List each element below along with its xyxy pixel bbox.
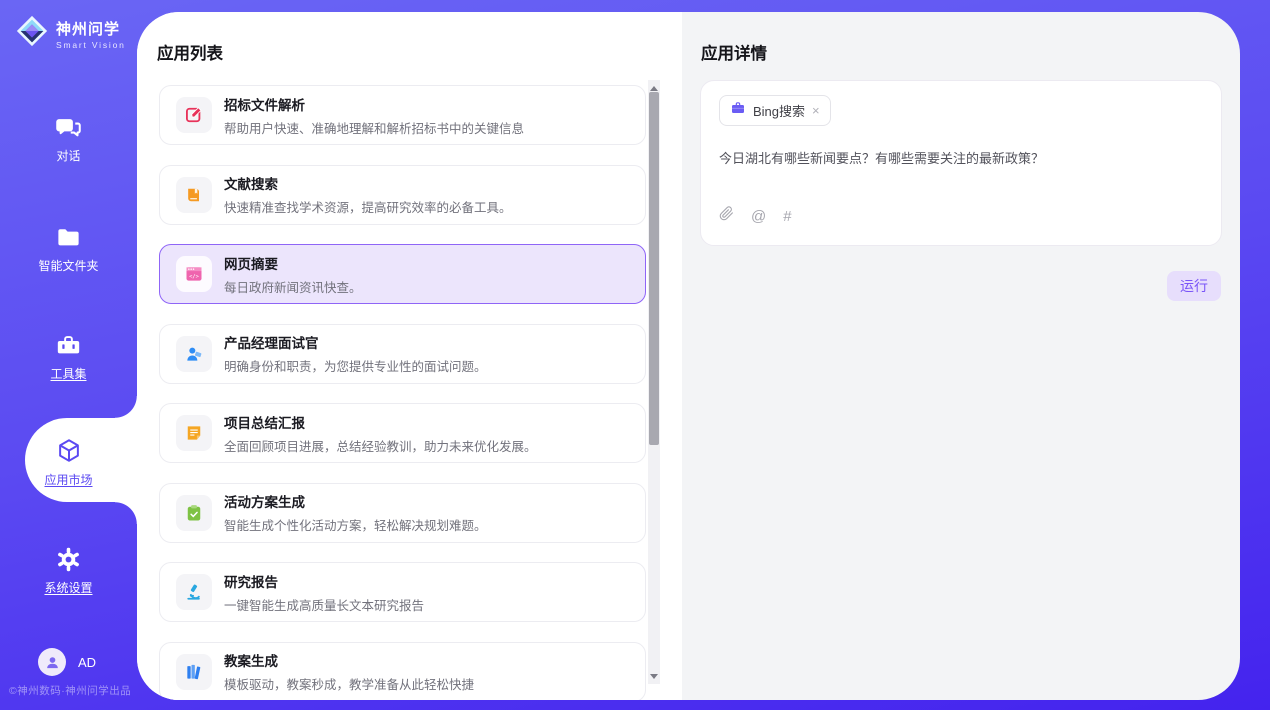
app-name: 研究报告 [224,571,424,591]
briefcase-icon [730,100,746,121]
sidebar-footer-credit: ©神州数码·神州问学出品 [9,683,137,698]
app-card-activity-plan[interactable]: 活动方案生成 智能生成个性化活动方案，轻松解决规划难题。 [159,483,646,543]
avatar [38,648,66,676]
app-description: 全面回顾项目进展，总结经验教训，助力未来优化发展。 [224,436,537,455]
svg-text:</>: </> [189,274,200,280]
scroll-down-icon[interactable] [648,670,660,682]
app-name: 文献搜索 [224,173,512,193]
app-card-pm-interviewer[interactable]: 产品经理面试官 明确身份和职责，为您提供专业性的面试问题。 [159,324,646,384]
prompt-card[interactable]: Bing搜索 × 今日湖北有哪些新闻要点？有哪些需要关注的最新政策？ @ # [700,80,1222,246]
app-description: 一键智能生成高质量长文本研究报告 [224,595,424,614]
sidebar-item-chat[interactable]: 对话 [0,112,137,164]
input-toolbar: @ # [719,205,792,227]
query-input-text[interactable]: 今日湖北有哪些新闻要点？有哪些需要关注的最新政策？ [719,148,1203,167]
sidebar-item-label: 工具集 [0,365,137,382]
app-list-scrollbar[interactable] [648,80,660,684]
tool-chip-bing-search[interactable]: Bing搜索 × [719,95,831,126]
user-name: AD [78,655,96,670]
brand-subtitle: Smart Vision [56,40,126,50]
memo-icon [176,415,212,451]
chat-icon [0,112,137,142]
hash-icon[interactable]: # [783,208,791,225]
app-card-research-report[interactable]: 研究报告 一键智能生成高质量长文本研究报告 [159,562,646,622]
at-icon[interactable]: @ [751,208,766,225]
books-icon [176,654,212,690]
app-list-panel: 应用列表 招标文件解析 帮助用户快速、准确地理解和解析招标书中的关键信息 [137,12,682,700]
sidebar-item-app-market[interactable]: 应用市场 [0,436,137,488]
app-name: 活动方案生成 [224,491,487,511]
cube-icon [0,436,137,466]
app-description: 模板驱动，教案秒成，教学准备从此轻松快捷 [224,674,474,693]
app-card-project-summary[interactable]: 项目总结汇报 全面回顾项目进展，总结经验教训，助力未来优化发展。 [159,403,646,463]
run-button[interactable]: 运行 [1167,271,1221,301]
browser-code-icon: </> [176,256,212,292]
folder-icon [0,222,137,252]
paperclip-icon[interactable] [719,205,734,227]
app-name: 教案生成 [224,650,474,670]
app-detail-panel: 应用详情 Bing搜索 × 今日湖北有哪些新闻要点？有哪些需要关注的最新政策？ [682,12,1240,700]
user-account[interactable]: AD [38,648,96,676]
sidebar-item-settings[interactable]: 系统设置 [0,544,137,596]
app-description: 明确身份和职责，为您提供专业性的面试问题。 [224,356,487,375]
gear-icon [0,544,137,574]
sidebar-item-label: 对话 [0,147,137,164]
sidebar: 神州问学 Smart Vision 对话 智能文件夹 [0,0,137,710]
app-card-web-summary[interactable]: </> 网页摘要 每日政府新闻资讯快查。 [159,244,646,304]
clipboard-check-icon [176,495,212,531]
app-list-title: 应用列表 [157,40,223,64]
toolbox-icon [0,330,137,360]
edit-document-icon [176,97,212,133]
microscope-icon [176,574,212,610]
main-shell: 应用列表 招标文件解析 帮助用户快速、准确地理解和解析招标书中的关键信息 [137,12,1240,700]
app-name: 网页摘要 [224,253,362,273]
sidebar-item-label: 智能文件夹 [0,257,137,274]
app-list: 招标文件解析 帮助用户快速、准确地理解和解析招标书中的关键信息 文献搜索 快速精… [159,85,646,700]
app-card-bid-analysis[interactable]: 招标文件解析 帮助用户快速、准确地理解和解析招标书中的关键信息 [159,85,646,145]
brand-logo: 神州问学 Smart Vision [15,14,126,53]
scrollbar-thumb[interactable] [649,92,659,445]
app-description: 帮助用户快速、准确地理解和解析招标书中的关键信息 [224,118,524,137]
app-name: 项目总结汇报 [224,412,537,432]
app-description: 每日政府新闻资讯快查。 [224,277,362,296]
app-description: 快速精准查找学术资源，提高研究效率的必备工具。 [224,197,512,216]
interviewer-icon [176,336,212,372]
brand-diamond-icon [15,14,49,53]
brand-name: 神州问学 [56,18,126,39]
app-card-literature-search[interactable]: 文献搜索 快速精准查找学术资源，提高研究效率的必备工具。 [159,165,646,225]
app-name: 产品经理面试官 [224,332,487,352]
book-icon [176,177,212,213]
close-icon[interactable]: × [812,104,820,117]
sidebar-item-smart-folder[interactable]: 智能文件夹 [0,222,137,274]
tool-chip-label: Bing搜索 [753,101,805,120]
sidebar-item-label: 应用市场 [0,471,137,488]
sidebar-item-label: 系统设置 [0,579,137,596]
sidebar-item-toolset[interactable]: 工具集 [0,330,137,382]
app-description: 智能生成个性化活动方案，轻松解决规划难题。 [224,515,487,534]
app-card-lesson-plan[interactable]: 教案生成 模板驱动，教案秒成，教学准备从此轻松快捷 [159,642,646,701]
app-name: 招标文件解析 [224,94,524,114]
app-detail-title: 应用详情 [701,40,767,64]
